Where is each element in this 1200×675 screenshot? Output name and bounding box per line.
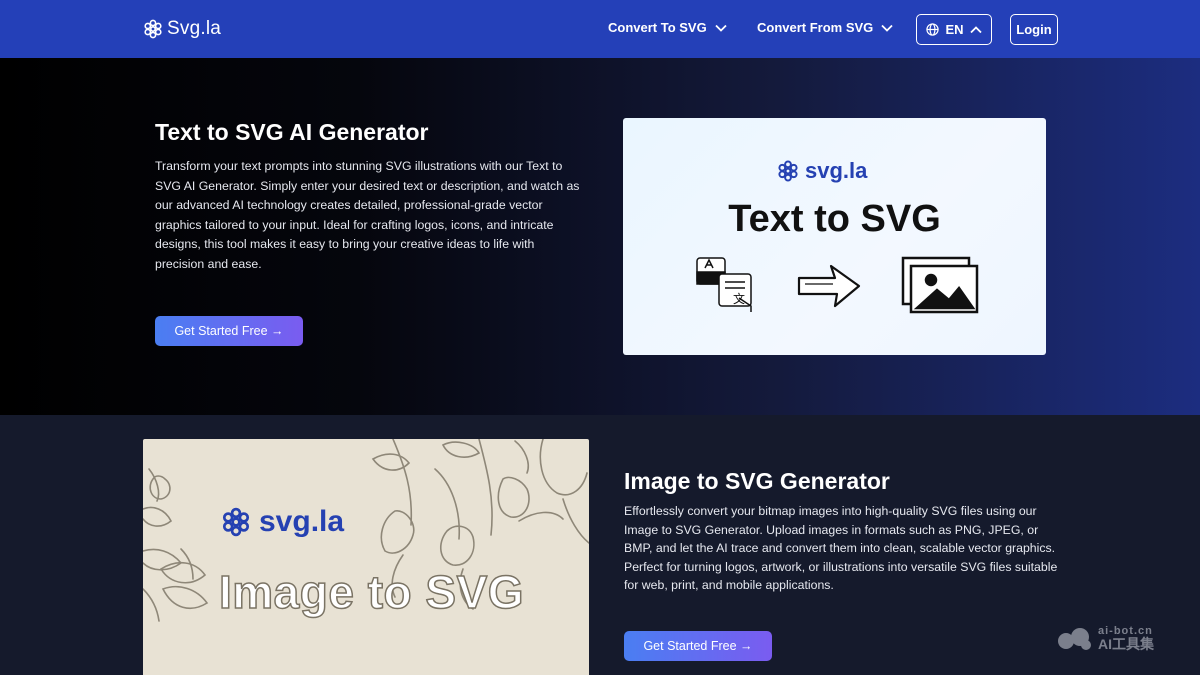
logo-text: Svg.la xyxy=(167,18,222,39)
globe-icon xyxy=(926,23,940,36)
text-to-svg-section: Text to SVG AI Generator Transform your … xyxy=(0,58,1200,415)
preview-title: Text to SVG xyxy=(728,198,941,240)
chevron-down-icon xyxy=(881,24,893,32)
flower-logo-icon xyxy=(222,507,250,537)
image-to-svg-section: svg.la Image to SVG Image to SVG Generat… xyxy=(0,415,1200,675)
chevron-down-icon xyxy=(715,24,727,32)
chevron-up-icon xyxy=(969,25,982,33)
preview-title: Image to SVG xyxy=(218,565,525,619)
watermark-text: ai-bot.cn AI工具集 xyxy=(1098,626,1154,652)
text-to-svg-description: Transform your text prompts into stunnin… xyxy=(155,159,580,271)
top-navbar: Svg.la Convert To SVG Convert From SVG E… xyxy=(0,0,1200,58)
image-to-svg-description: Effortlessly convert your bitmap images … xyxy=(624,504,1058,592)
watermark-line2: AI工具集 xyxy=(1098,636,1154,652)
nav-convert-from-svg[interactable]: Convert From SVG xyxy=(757,20,893,35)
translate-icon: 文 xyxy=(696,257,752,312)
preview-brand: svg.la xyxy=(777,158,867,184)
nav-convert-to-label: Convert To SVG xyxy=(608,20,707,35)
svg-text:文: 文 xyxy=(733,291,745,306)
nav-convert-to-svg[interactable]: Convert To SVG xyxy=(608,20,727,35)
image-to-svg-preview-image[interactable]: svg.la Image to SVG xyxy=(143,439,589,675)
text-to-svg-title: Text to SVG AI Generator xyxy=(155,119,429,145)
nav-convert-from-label: Convert From SVG xyxy=(757,20,874,35)
image-to-svg-title: Image to SVG Generator xyxy=(624,468,890,494)
preview-brand: svg.la xyxy=(221,505,344,539)
flower-logo-icon xyxy=(778,160,798,182)
site-logo[interactable]: Svg.la xyxy=(143,18,221,40)
text-to-svg-get-started-button[interactable]: Get Started Free → xyxy=(155,316,303,346)
text-to-image-illustration: 文 xyxy=(696,256,979,314)
language-selector[interactable]: EN xyxy=(916,14,992,45)
arrow-right-icon xyxy=(797,264,861,308)
flower-logo-icon xyxy=(144,19,162,39)
text-to-svg-preview-image[interactable]: svg.la Text to SVG 文 xyxy=(623,118,1046,355)
login-button[interactable]: Login xyxy=(1010,14,1058,45)
floral-line-art xyxy=(143,439,589,622)
preview-brand-text: svg.la xyxy=(259,505,345,538)
watermark: ai-bot.cn AI工具集 xyxy=(1056,626,1154,651)
preview-brand-text: svg.la xyxy=(805,158,868,183)
image-icon xyxy=(901,256,979,314)
language-label: EN xyxy=(945,22,964,37)
image-to-svg-get-started-button[interactable]: Get Started Free → xyxy=(624,631,772,661)
robot-logo-icon xyxy=(1058,627,1091,650)
